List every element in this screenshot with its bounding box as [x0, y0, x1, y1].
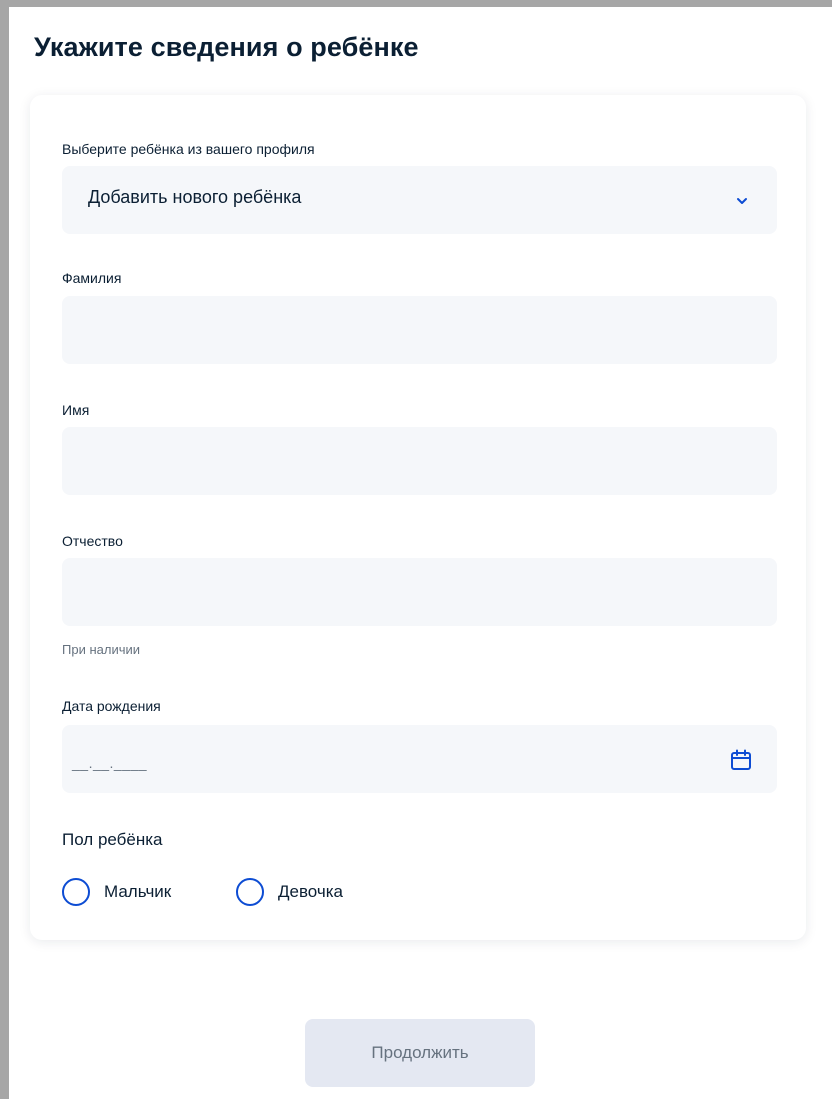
- birth-date-label: Дата рождения: [62, 698, 161, 714]
- radio-girl-label: Девочка: [278, 882, 344, 901]
- child-select-value: Добавить нового ребёнка: [88, 187, 302, 207]
- continue-button[interactable]: Продолжить: [305, 1019, 535, 1087]
- patronymic-label: Отчество: [62, 533, 123, 549]
- radio-boy[interactable]: Мальчик: [62, 878, 171, 906]
- surname-label: Фамилия: [62, 270, 122, 286]
- chevron-down-icon: [737, 198, 747, 204]
- page-title: Укажите сведения о ребёнке: [34, 32, 419, 62]
- radio-boy-label: Мальчик: [104, 882, 172, 901]
- radio-girl[interactable]: Девочка: [236, 878, 343, 906]
- patronymic-hint: При наличии: [62, 642, 140, 657]
- name-label: Имя: [62, 402, 90, 418]
- patronymic-field[interactable]: [62, 558, 777, 626]
- gender-label: Пол ребёнка: [62, 830, 163, 849]
- page: Укажите сведения о ребёнке Выберите ребё…: [9, 7, 832, 1099]
- calendar-icon[interactable]: [729, 748, 753, 772]
- child-select-dropdown[interactable]: Добавить нового ребёнка: [62, 166, 777, 234]
- birth-date-field[interactable]: __.__.____: [62, 725, 777, 793]
- child-select-label: Выберите ребёнка из вашего профиля: [62, 141, 315, 157]
- child-info-card: Выберите ребёнка из вашего профиля Добав…: [30, 95, 806, 940]
- window-frame-top: [0, 0, 832, 7]
- radio-girl-circle[interactable]: [236, 878, 264, 906]
- surname-field[interactable]: [62, 296, 777, 364]
- window-frame-left: [0, 0, 9, 1099]
- name-field[interactable]: [62, 427, 777, 495]
- birth-date-placeholder: __.__.____: [72, 755, 148, 771]
- radio-boy-circle[interactable]: [62, 878, 90, 906]
